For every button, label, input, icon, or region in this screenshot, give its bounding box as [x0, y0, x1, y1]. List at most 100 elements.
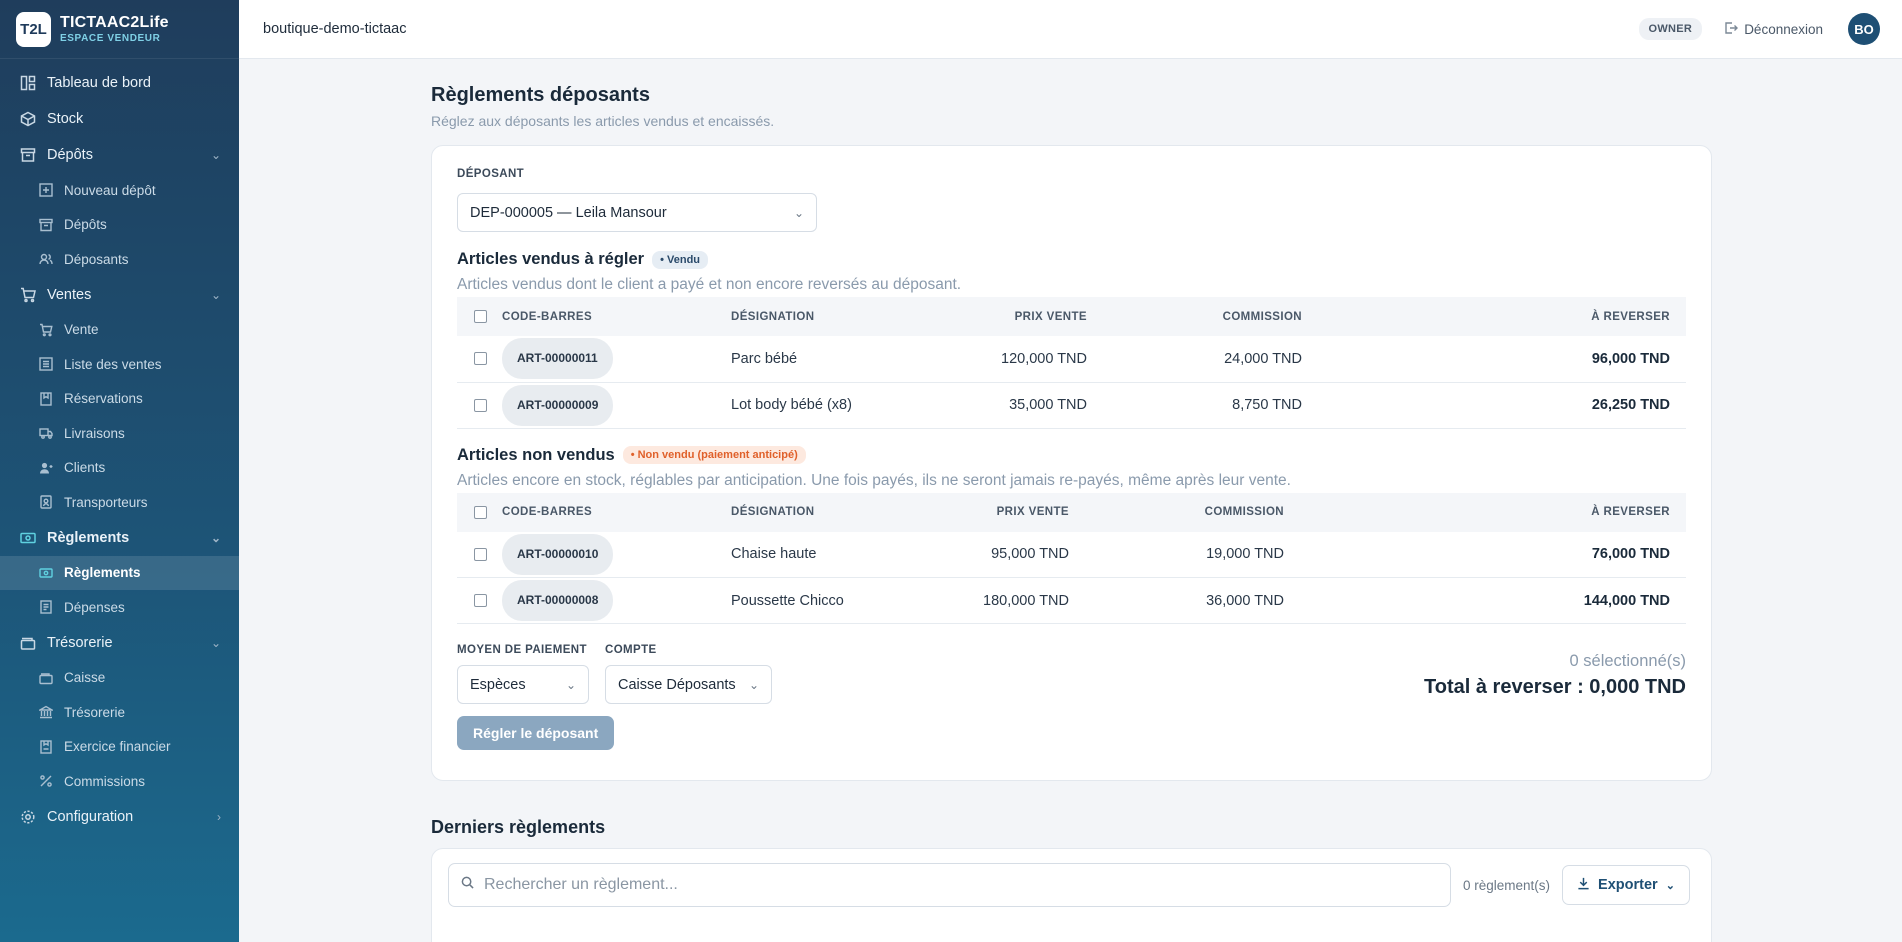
account-value: Caisse Déposants	[618, 676, 736, 693]
table-row[interactable]: ART-00000009 Lot body bébé (x8) 35,000 T…	[457, 382, 1686, 429]
sidebar-item-label: Tableau de bord	[47, 75, 151, 91]
table-row[interactable]: ART-00000010 Chaise haute 95,000 TND 19,…	[457, 531, 1686, 578]
sidebar-item-tresorerie[interactable]: Trésorerie ⌄	[0, 625, 239, 661]
sidebar-subitem-exercice-financier[interactable]: Exercice financier	[0, 730, 239, 765]
price: 95,000 TND	[931, 531, 1069, 578]
select-all-checkbox[interactable]	[474, 310, 487, 323]
row-checkbox[interactable]	[474, 594, 487, 608]
export-button[interactable]: Exporter ⌄	[1562, 865, 1690, 905]
sidebar-item-label: Trésorerie	[64, 704, 126, 720]
row-checkbox[interactable]	[474, 398, 487, 412]
col-commission: COMMISSION	[1204, 506, 1284, 518]
sidebar-subitem-livraisons[interactable]: Livraisons	[0, 416, 239, 451]
wallet-icon	[19, 634, 37, 652]
selected-count: 0 sélectionné(s)	[1569, 652, 1686, 670]
select-all-checkbox[interactable]	[474, 505, 487, 519]
account-select[interactable]: Caisse Déposants ⌄	[605, 665, 772, 704]
sidebar-subitem-depots[interactable]: Dépôts	[0, 208, 239, 243]
table-header: CODE-BARRES DÉSIGNATION PRIX VENTE COMMI…	[457, 297, 1686, 336]
sidebar-item-label: Règlements	[64, 565, 141, 581]
sidebar-item-label: Vente	[64, 322, 99, 338]
price: 120,000 TND	[931, 336, 1087, 383]
download-icon	[1577, 877, 1590, 894]
sidebar-subitem-clients[interactable]: Clients	[0, 451, 239, 486]
export-label: Exporter	[1598, 877, 1658, 893]
settlement-card: DÉPOSANT DEP-000005 — Leila Mansour ⌄ Ar…	[431, 145, 1712, 781]
account-label: COMPTE	[605, 644, 657, 656]
sidebar-item-ventes[interactable]: Ventes ⌄	[0, 277, 239, 313]
col-price: PRIX VENTE	[996, 506, 1069, 518]
chevron-right-icon: ›	[217, 809, 221, 824]
table-row[interactable]: ART-00000011 Parc bébé 120,000 TND 24,00…	[457, 336, 1686, 383]
sidebar-subitem-transporteurs[interactable]: Transporteurs	[0, 485, 239, 520]
list-icon	[38, 356, 54, 372]
sidebar-subitem-nouveau-depot[interactable]: Nouveau dépôt	[0, 173, 239, 208]
price: 35,000 TND	[931, 382, 1087, 429]
sidebar-item-label: Réservations	[64, 391, 143, 407]
sidebar-subitem-vente[interactable]: Vente	[0, 313, 239, 348]
reverse-amount: 26,250 TND	[1302, 382, 1686, 429]
logout-icon	[1724, 21, 1739, 38]
deposant-value: DEP-000005 — Leila Mansour	[470, 204, 667, 221]
chevron-down-icon: ⌄	[210, 287, 221, 302]
sidebar-subitem-liste-des-ventes[interactable]: Liste des ventes	[0, 347, 239, 382]
sidebar-subitem-reservations[interactable]: Réservations	[0, 382, 239, 417]
avatar[interactable]: BO	[1848, 13, 1880, 45]
chevron-down-icon: ⌄	[210, 148, 221, 162]
sidebar-subitem-depenses[interactable]: Dépenses	[0, 590, 239, 625]
sidebar-item-depots[interactable]: Dépôts ⌄	[0, 137, 239, 173]
sidebar: T2L TICTAAC2Life ESPACE VENDEUR Tableau …	[0, 0, 239, 942]
col-commission: COMMISSION	[1222, 310, 1302, 323]
calendar-icon	[38, 739, 54, 755]
payment-method-select[interactable]: Espèces ⌄	[457, 665, 589, 704]
page-title: Règlements déposants	[431, 84, 650, 106]
sidebar-nav: Tableau de bord Stock Dépôts ⌄ Nouveau d…	[0, 59, 239, 835]
settle-deposant-button[interactable]: Régler le déposant	[457, 716, 615, 750]
table-row[interactable]: ART-00000008 Poussette Chicco 180,000 TN…	[457, 577, 1686, 624]
shop-name: boutique-demo-tictaac	[263, 21, 407, 37]
row-checkbox[interactable]	[474, 352, 487, 366]
col-code: CODE-BARRES	[502, 310, 593, 323]
banknote-icon	[38, 565, 54, 581]
logout-button[interactable]: Déconnexion	[1724, 21, 1823, 38]
sidebar-subitem-tresorerie[interactable]: Trésorerie	[0, 695, 239, 730]
sidebar-item-configuration[interactable]: Configuration ›	[0, 799, 239, 835]
barcode-pill: ART-00000008	[502, 580, 614, 621]
sidebar-item-reglements[interactable]: Règlements ⌄	[0, 520, 239, 556]
sidebar-item-label: Configuration	[47, 808, 134, 825]
sidebar-item-label: Dépôts	[47, 147, 93, 163]
unsold-table: CODE-BARRES DÉSIGNATION PRIX VENTE COMMI…	[457, 492, 1686, 624]
chevron-down-icon: ⌄	[565, 677, 576, 692]
dashboard-icon	[19, 74, 37, 92]
sidebar-subitem-commissions[interactable]: Commissions	[0, 764, 239, 799]
deposant-select[interactable]: DEP-000005 — Leila Mansour ⌄	[457, 193, 817, 232]
sidebar-subitem-deposants[interactable]: Déposants	[0, 242, 239, 277]
unsold-title: Articles non vendus	[457, 445, 615, 464]
barcode-pill: ART-00000011	[502, 338, 613, 380]
sidebar-item-label: Exercice financier	[64, 739, 171, 755]
row-checkbox[interactable]	[474, 547, 487, 561]
sidebar-item-label: Transporteurs	[64, 494, 148, 510]
commission: 19,000 TND	[1069, 531, 1284, 578]
sidebar-subitem-reglements[interactable]: Règlements	[0, 555, 239, 590]
chevron-down-icon: ⌄	[210, 530, 221, 545]
logout-label: Déconnexion	[1744, 21, 1823, 37]
sidebar-item-label: Clients	[64, 460, 106, 476]
col-price: PRIX VENTE	[1014, 310, 1087, 323]
sold-title: Articles vendus à régler	[457, 250, 645, 268]
search-icon	[461, 876, 474, 894]
badge-icon	[38, 494, 54, 510]
reverse-amount: 76,000 TND	[1284, 531, 1686, 578]
sidebar-item-tableau-de-bord[interactable]: Tableau de bord	[0, 65, 239, 101]
percent-icon	[38, 773, 54, 789]
barcode-pill: ART-00000009	[502, 384, 614, 426]
sidebar-item-label: Trésorerie	[47, 634, 113, 651]
unsold-section-title: Articles non vendus • Non vendu (paiemen…	[457, 446, 1686, 465]
search-input[interactable]: Rechercher un règlement...	[448, 863, 1451, 907]
wallet-icon	[38, 670, 54, 686]
unsold-description: Articles encore en stock, réglables par …	[457, 471, 1291, 489]
col-code: CODE-BARRES	[502, 506, 593, 518]
sidebar-item-stock[interactable]: Stock	[0, 101, 239, 137]
sidebar-subitem-caisse[interactable]: Caisse	[0, 661, 239, 696]
barcode-pill: ART-00000010	[502, 533, 614, 575]
